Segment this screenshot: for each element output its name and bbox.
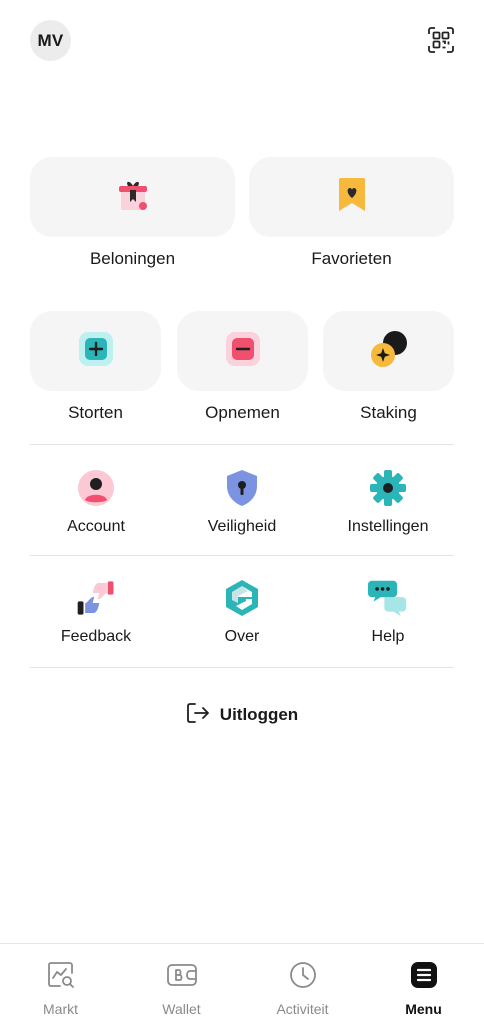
security-item[interactable]: Veiligheid <box>172 468 312 558</box>
nav-wallet-label: Wallet <box>162 1001 201 1017</box>
deposit-tile[interactable] <box>30 311 161 391</box>
chat-bubbles-icon <box>368 578 408 618</box>
withdraw-minus-icon <box>225 331 260 371</box>
clock-icon <box>288 960 318 995</box>
settings-item[interactable]: Instellingen <box>318 468 458 558</box>
rewards-label: Beloningen <box>89 249 176 268</box>
nav-menu-label: Menu <box>405 1001 442 1017</box>
shield-lock-icon <box>222 468 262 508</box>
menu-icon <box>409 960 439 995</box>
staking-tile[interactable] <box>323 311 454 391</box>
account-item[interactable]: Account <box>26 468 166 558</box>
logout-button[interactable]: Uitloggen <box>0 700 484 730</box>
about-item[interactable]: Over <box>172 578 312 668</box>
chart-search-icon <box>46 960 76 995</box>
favorites-label: Favorieten <box>311 249 392 268</box>
divider <box>30 555 454 556</box>
nav-menu[interactable]: Menu <box>363 944 484 1024</box>
account-label: Account <box>67 518 125 535</box>
help-label: Help <box>371 628 405 645</box>
help-item[interactable]: Help <box>318 578 458 668</box>
divider <box>30 444 454 445</box>
avatar[interactable]: MV <box>30 20 71 61</box>
feedback-item[interactable]: Feedback <box>26 578 166 668</box>
staking-icon <box>369 329 409 374</box>
favorites-tile[interactable] <box>249 157 454 237</box>
security-label: Veiligheid <box>207 518 277 535</box>
qr-scan-icon[interactable] <box>428 27 454 53</box>
gift-icon <box>116 178 150 217</box>
withdraw-tile[interactable] <box>177 311 308 391</box>
logout-label: Uitloggen <box>219 705 299 724</box>
deposit-label: Storten <box>68 403 123 422</box>
withdraw-label: Opnemen <box>205 403 280 422</box>
settings-label: Instellingen <box>347 518 429 535</box>
about-label: Over <box>224 628 260 645</box>
nav-markt-label: Markt <box>43 1001 78 1017</box>
wallet-icon <box>166 960 198 995</box>
deposit-plus-icon <box>78 331 113 371</box>
thumbs-feedback-icon <box>76 578 116 618</box>
header: MV <box>0 0 484 80</box>
nav-markt[interactable]: Markt <box>0 944 121 1024</box>
user-icon <box>76 468 116 508</box>
feedback-label: Feedback <box>60 628 132 645</box>
rewards-tile[interactable] <box>30 157 235 237</box>
staking-label: Staking <box>360 403 417 422</box>
bottom-nav: Markt Wallet Activiteit Menu <box>0 943 484 1024</box>
brand-logo-icon <box>222 578 262 618</box>
gear-icon <box>368 468 408 508</box>
nav-wallet[interactable]: Wallet <box>121 944 242 1024</box>
divider <box>30 667 454 668</box>
logout-icon <box>186 702 210 729</box>
nav-activiteit[interactable]: Activiteit <box>242 944 363 1024</box>
nav-activiteit-label: Activiteit <box>276 1001 329 1017</box>
bookmark-heart-icon <box>336 177 368 218</box>
